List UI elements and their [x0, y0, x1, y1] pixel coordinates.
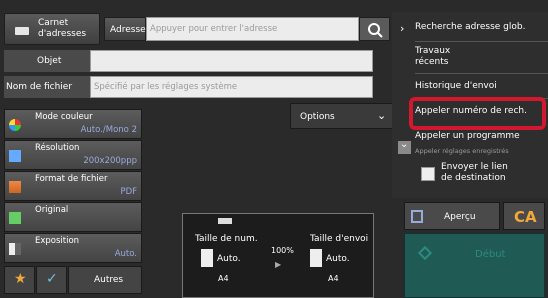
- chevron-down-icon: ⌄: [400, 139, 409, 150]
- original-button[interactable]: Original: [4, 202, 142, 232]
- search-button[interactable]: [359, 17, 390, 41]
- original-icon: [9, 212, 21, 224]
- scan-preview-panel: Taille de num. Taille d'envoi 100% ▶ Aut…: [182, 213, 374, 298]
- color-mode-icon: [9, 119, 21, 131]
- highlight-frame: [409, 97, 546, 130]
- filename-input[interactable]: Spécifié par les réglages système: [90, 76, 373, 98]
- menu-call-program[interactable]: Appeler un programme: [415, 131, 548, 142]
- send-link-checkbox[interactable]: [421, 167, 435, 181]
- file-format-button[interactable]: Format de fichier PDF: [4, 171, 142, 201]
- resolution-icon: [9, 150, 21, 162]
- menu-call-saved-settings[interactable]: Appeler réglages enregistrés: [415, 146, 548, 157]
- check-button[interactable]: ✓: [36, 266, 67, 294]
- color-mode-button[interactable]: Mode couleur Auto./Mono 2: [4, 109, 142, 139]
- exposure-button[interactable]: Exposition Auto.: [4, 233, 142, 263]
- address-book-button[interactable]: Carnet d'adresses: [4, 13, 100, 45]
- filename-label: Nom de fichier: [4, 76, 90, 98]
- subject-label: Objet: [4, 50, 90, 72]
- address-book-label: Carnet d'adresses: [38, 18, 87, 39]
- address-label: Adresse: [104, 17, 146, 41]
- checkmark-icon: ✓: [46, 271, 58, 287]
- start-button[interactable]: Début: [404, 233, 545, 298]
- file-format-icon: [9, 181, 21, 193]
- address-input[interactable]: Appuyer pour entrer l'adresse: [146, 17, 359, 41]
- subject-input[interactable]: [90, 50, 373, 72]
- menu-global-address-search[interactable]: Recherche adresse glob.: [415, 22, 548, 33]
- resolution-button[interactable]: Résolution 200x200ppp: [4, 140, 142, 170]
- others-button[interactable]: Autres: [68, 266, 142, 294]
- preview-icon: [411, 210, 423, 223]
- options-button[interactable]: Options ⌄: [290, 103, 394, 129]
- address-book-icon: [15, 27, 29, 35]
- document-icon: [201, 249, 213, 267]
- favorite-button[interactable]: ★: [4, 266, 35, 294]
- expand-button[interactable]: ⌄: [398, 139, 411, 154]
- chevron-down-icon: ⌄: [377, 109, 387, 122]
- exposure-icon: [9, 243, 21, 255]
- menu-send-history[interactable]: Historique d'envoi: [415, 81, 548, 92]
- search-icon: [368, 23, 383, 38]
- clear-all-button[interactable]: CA: [503, 202, 545, 230]
- document-icon: [310, 249, 322, 267]
- star-icon: ★: [14, 271, 27, 287]
- send-link-label: Envoyer le lien de destination: [441, 162, 508, 183]
- start-icon: [417, 245, 433, 261]
- preview-button[interactable]: Aperçu: [404, 202, 500, 230]
- arrow-right-icon: ▶: [275, 260, 282, 269]
- menu-recent-jobs[interactable]: Travaux récents: [415, 46, 548, 68]
- scanner-icon: [218, 218, 232, 224]
- collapse-chevron-icon[interactable]: ›: [400, 22, 404, 35]
